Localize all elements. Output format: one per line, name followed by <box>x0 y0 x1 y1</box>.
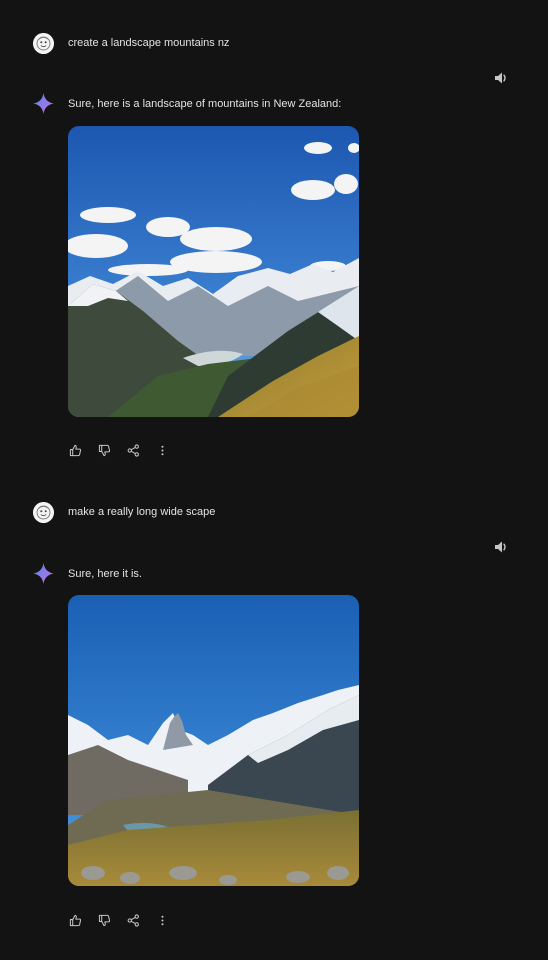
user-prompt: make a really long wide scape <box>68 506 216 518</box>
share-icon[interactable] <box>124 911 142 929</box>
thumbs-up-icon[interactable] <box>66 911 84 929</box>
generated-image-wide-scape[interactable] <box>68 595 359 886</box>
more-vert-icon[interactable] <box>153 441 171 459</box>
user-prompt: create a landscape mountains nz <box>68 37 230 49</box>
response-actions <box>66 911 182 929</box>
more-vert-icon[interactable] <box>153 911 171 929</box>
response-actions <box>66 441 182 459</box>
user-avatar[interactable] <box>33 502 54 523</box>
model-reply: Sure, here it is. <box>68 568 142 580</box>
thumbs-down-icon[interactable] <box>95 911 113 929</box>
speaker-icon[interactable] <box>493 539 509 555</box>
sparkle-icon <box>33 563 54 584</box>
generated-image-nz-mountains[interactable] <box>68 126 359 417</box>
user-avatar[interactable] <box>33 33 54 54</box>
share-icon[interactable] <box>124 441 142 459</box>
model-reply: Sure, here is a landscape of mountains i… <box>68 98 342 110</box>
speaker-icon[interactable] <box>493 70 509 86</box>
thumbs-up-icon[interactable] <box>66 441 84 459</box>
thumbs-down-icon[interactable] <box>95 441 113 459</box>
sparkle-icon <box>33 93 54 114</box>
